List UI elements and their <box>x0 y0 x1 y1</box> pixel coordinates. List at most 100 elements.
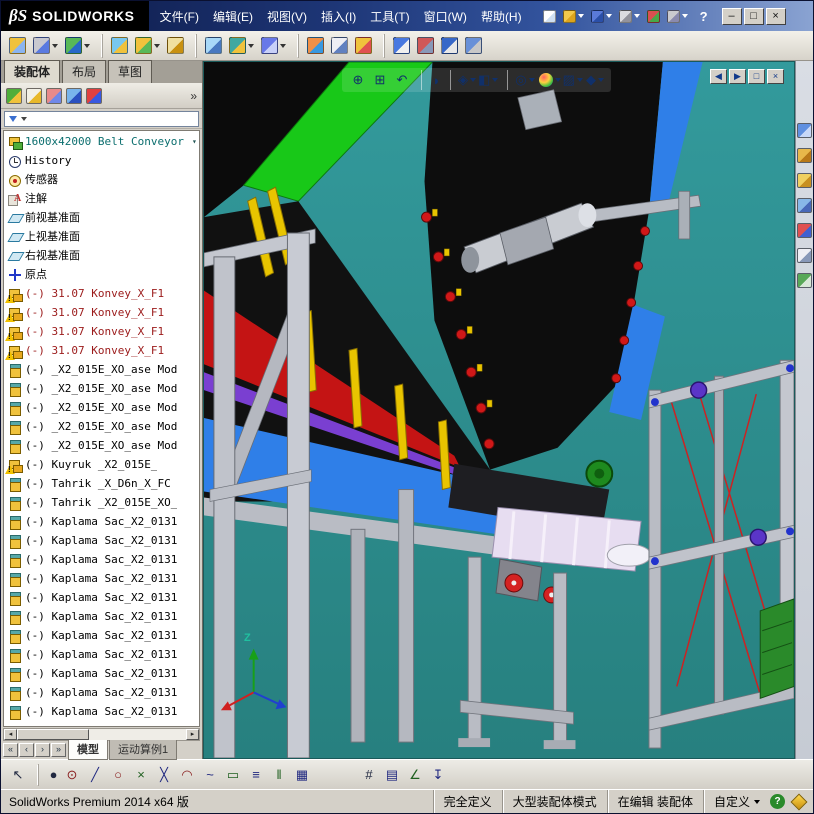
sketch-tool-button[interactable]: × <box>130 764 152 786</box>
sketch-tool-button[interactable]: ● <box>38 763 60 786</box>
scrollbar-track[interactable] <box>17 729 186 740</box>
tree-item[interactable]: (-) _X2_015E_XO_ase Mod <box>4 360 199 379</box>
sketch-tool-button[interactable]: ○ <box>107 764 129 786</box>
view-toolbar-button[interactable]: ⊞ <box>370 70 390 90</box>
tab-scroll-button[interactable]: ‹ <box>19 743 34 757</box>
custom-status-dropdown[interactable]: 自定义 <box>702 790 770 813</box>
tree-item[interactable]: (-) Tahrik _X_D6n_X_FC <box>4 474 199 493</box>
document-window-button[interactable]: □ <box>748 69 765 84</box>
tree-item[interactable]: (-) Kaplama Sac_X2_0131 <box>4 645 199 664</box>
tree-item[interactable]: (-) Kaplama Sac_X2_0131 <box>4 531 199 550</box>
command-tab[interactable]: 草图 <box>108 60 153 83</box>
manager-tab-icon[interactable] <box>46 87 62 104</box>
sketch-tool-button[interactable]: ▦ <box>291 764 313 786</box>
quick-access-button[interactable] <box>645 6 662 26</box>
view-toolbar-button[interactable]: ◈ <box>450 70 476 90</box>
sketch-tool-button[interactable]: ≡ <box>245 764 267 786</box>
view-toolbar-button[interactable]: ◆ <box>585 70 605 90</box>
tree-item[interactable]: (-) Kaplama Sac_X2_0131 <box>4 664 199 683</box>
tree-item[interactable]: (-) Tahrik _X2_015E_XO_ <box>4 493 199 512</box>
tree-item[interactable]: History <box>4 151 199 170</box>
tree-item[interactable]: (-) 31.07 Konvey_X_F1 <box>4 322 199 341</box>
menu-item[interactable]: 帮助(H) <box>474 4 529 29</box>
scroll-left-button[interactable]: ◂ <box>4 729 17 740</box>
sketch-tool-button[interactable]: ╱ <box>84 764 106 786</box>
toolbar-button[interactable] <box>132 34 163 58</box>
task-pane-tab-icon[interactable] <box>797 148 812 163</box>
command-tab[interactable]: 装配体 <box>4 60 61 83</box>
tree-item[interactable]: (-) _X2_015E_XO_ase Mod <box>4 398 199 417</box>
toolbar-button[interactable] <box>462 34 485 58</box>
view-toolbar-button[interactable] <box>537 70 561 90</box>
toolbar-button[interactable] <box>164 34 187 58</box>
manager-tab-icon[interactable] <box>66 87 82 104</box>
quick-access-button[interactable] <box>617 6 642 26</box>
command-tab[interactable]: 布局 <box>62 60 107 83</box>
tree-item[interactable]: (-) Kaplama Sac_X2_0131 <box>4 512 199 531</box>
tab-scroll-button[interactable]: » <box>51 743 66 757</box>
tree-item[interactable]: (-) 31.07 Konvey_X_F1 <box>4 284 199 303</box>
tree-item[interactable]: (-) Kaplama Sac_X2_0131 <box>4 607 199 626</box>
task-pane-tab-icon[interactable] <box>797 223 812 238</box>
sketch-tool-button[interactable]: ↖ <box>7 764 29 786</box>
tree-item[interactable]: 上视基准面 <box>4 227 199 246</box>
tree-item[interactable]: (-) Kaplama Sac_X2_0131 <box>4 569 199 588</box>
toolbar-button[interactable] <box>226 34 257 58</box>
task-pane-tab-icon[interactable] <box>797 273 812 288</box>
task-pane-tab-icon[interactable] <box>797 248 812 263</box>
filter-input[interactable] <box>4 111 199 127</box>
tree-item[interactable]: (-) Kaplama Sac_X2_0131 <box>4 626 199 645</box>
sketch-tool-button[interactable]: ↧ <box>427 764 449 786</box>
menu-item[interactable]: 窗口(W) <box>417 4 474 29</box>
toolbar-button[interactable] <box>102 33 131 58</box>
sketch-tool-button[interactable]: # <box>358 764 380 786</box>
sketch-tool-button[interactable]: ‖ <box>268 764 290 786</box>
menu-item[interactable]: 编辑(E) <box>206 4 260 29</box>
toolbar-button[interactable] <box>414 34 437 58</box>
sketch-tool-button[interactable]: ╳ <box>153 764 175 786</box>
toolbar-button[interactable] <box>6 34 29 58</box>
quick-tips-help-icon[interactable]: ? <box>770 794 785 809</box>
help-icon[interactable]: ? <box>700 9 708 24</box>
quick-access-button[interactable] <box>589 6 614 26</box>
tree-item[interactable]: 传感器 <box>4 170 199 189</box>
tree-item[interactable]: 前视基准面 <box>4 208 199 227</box>
scrollbar-thumb[interactable] <box>17 729 89 740</box>
tab-scroll-button[interactable]: « <box>3 743 18 757</box>
sketch-tool-button[interactable]: ▤ <box>381 764 403 786</box>
menu-item[interactable]: 视图(V) <box>260 4 314 29</box>
view-toolbar-button[interactable]: ◑ <box>421 70 441 90</box>
toolbar-button[interactable] <box>438 34 461 58</box>
view-toolbar-button[interactable]: ◎ <box>507 70 535 90</box>
menu-item[interactable]: 插入(I) <box>314 4 363 29</box>
document-window-button[interactable]: × <box>767 69 784 84</box>
large-assembly-mode-toggle[interactable]: 大型装配体模式 <box>501 790 607 813</box>
window-control-button[interactable]: □ <box>743 7 764 25</box>
window-control-button[interactable]: × <box>765 7 786 25</box>
overflow-chevron-icon[interactable]: » <box>190 89 197 103</box>
tree-item[interactable]: (-) Kaplama Sac_X2_0131 <box>4 588 199 607</box>
tree-item[interactable]: (-) _X2_015E_XO_ase Mod <box>4 417 199 436</box>
sketch-tool-button[interactable]: ◠ <box>176 764 198 786</box>
view-toolbar-button[interactable]: ⊕ <box>348 70 368 90</box>
view-toolbar-button[interactable]: ◧ <box>478 70 499 90</box>
document-window-button[interactable]: ◀ <box>710 69 727 84</box>
toolbar-button[interactable] <box>258 34 289 58</box>
sketch-tool-button[interactable]: ▭ <box>222 764 244 786</box>
tree-item[interactable]: 右视基准面 <box>4 246 199 265</box>
document-window-button[interactable]: ▶ <box>729 69 746 84</box>
manager-tab-icon[interactable] <box>6 87 22 104</box>
view-toolbar-button[interactable]: ↶ <box>392 70 412 90</box>
tree-item[interactable]: (-) Kaplama Sac_X2_0131 <box>4 683 199 702</box>
manager-tab-icon[interactable] <box>26 87 42 104</box>
document-tab[interactable]: 运动算例1 <box>109 740 178 760</box>
toolbar-button[interactable] <box>30 34 61 58</box>
menu-item[interactable]: 文件(F) <box>153 4 206 29</box>
tree-item[interactable]: (-) _X2_015E_XO_ase Mod <box>4 379 199 398</box>
quick-access-button[interactable] <box>665 6 690 26</box>
tree-item[interactable]: 原点 <box>4 265 199 284</box>
sketch-tool-button[interactable]: ∠ <box>404 764 426 786</box>
toolbar-button[interactable] <box>328 34 351 58</box>
manager-tab-icon[interactable] <box>86 87 102 104</box>
menu-item[interactable]: 工具(T) <box>363 4 416 29</box>
